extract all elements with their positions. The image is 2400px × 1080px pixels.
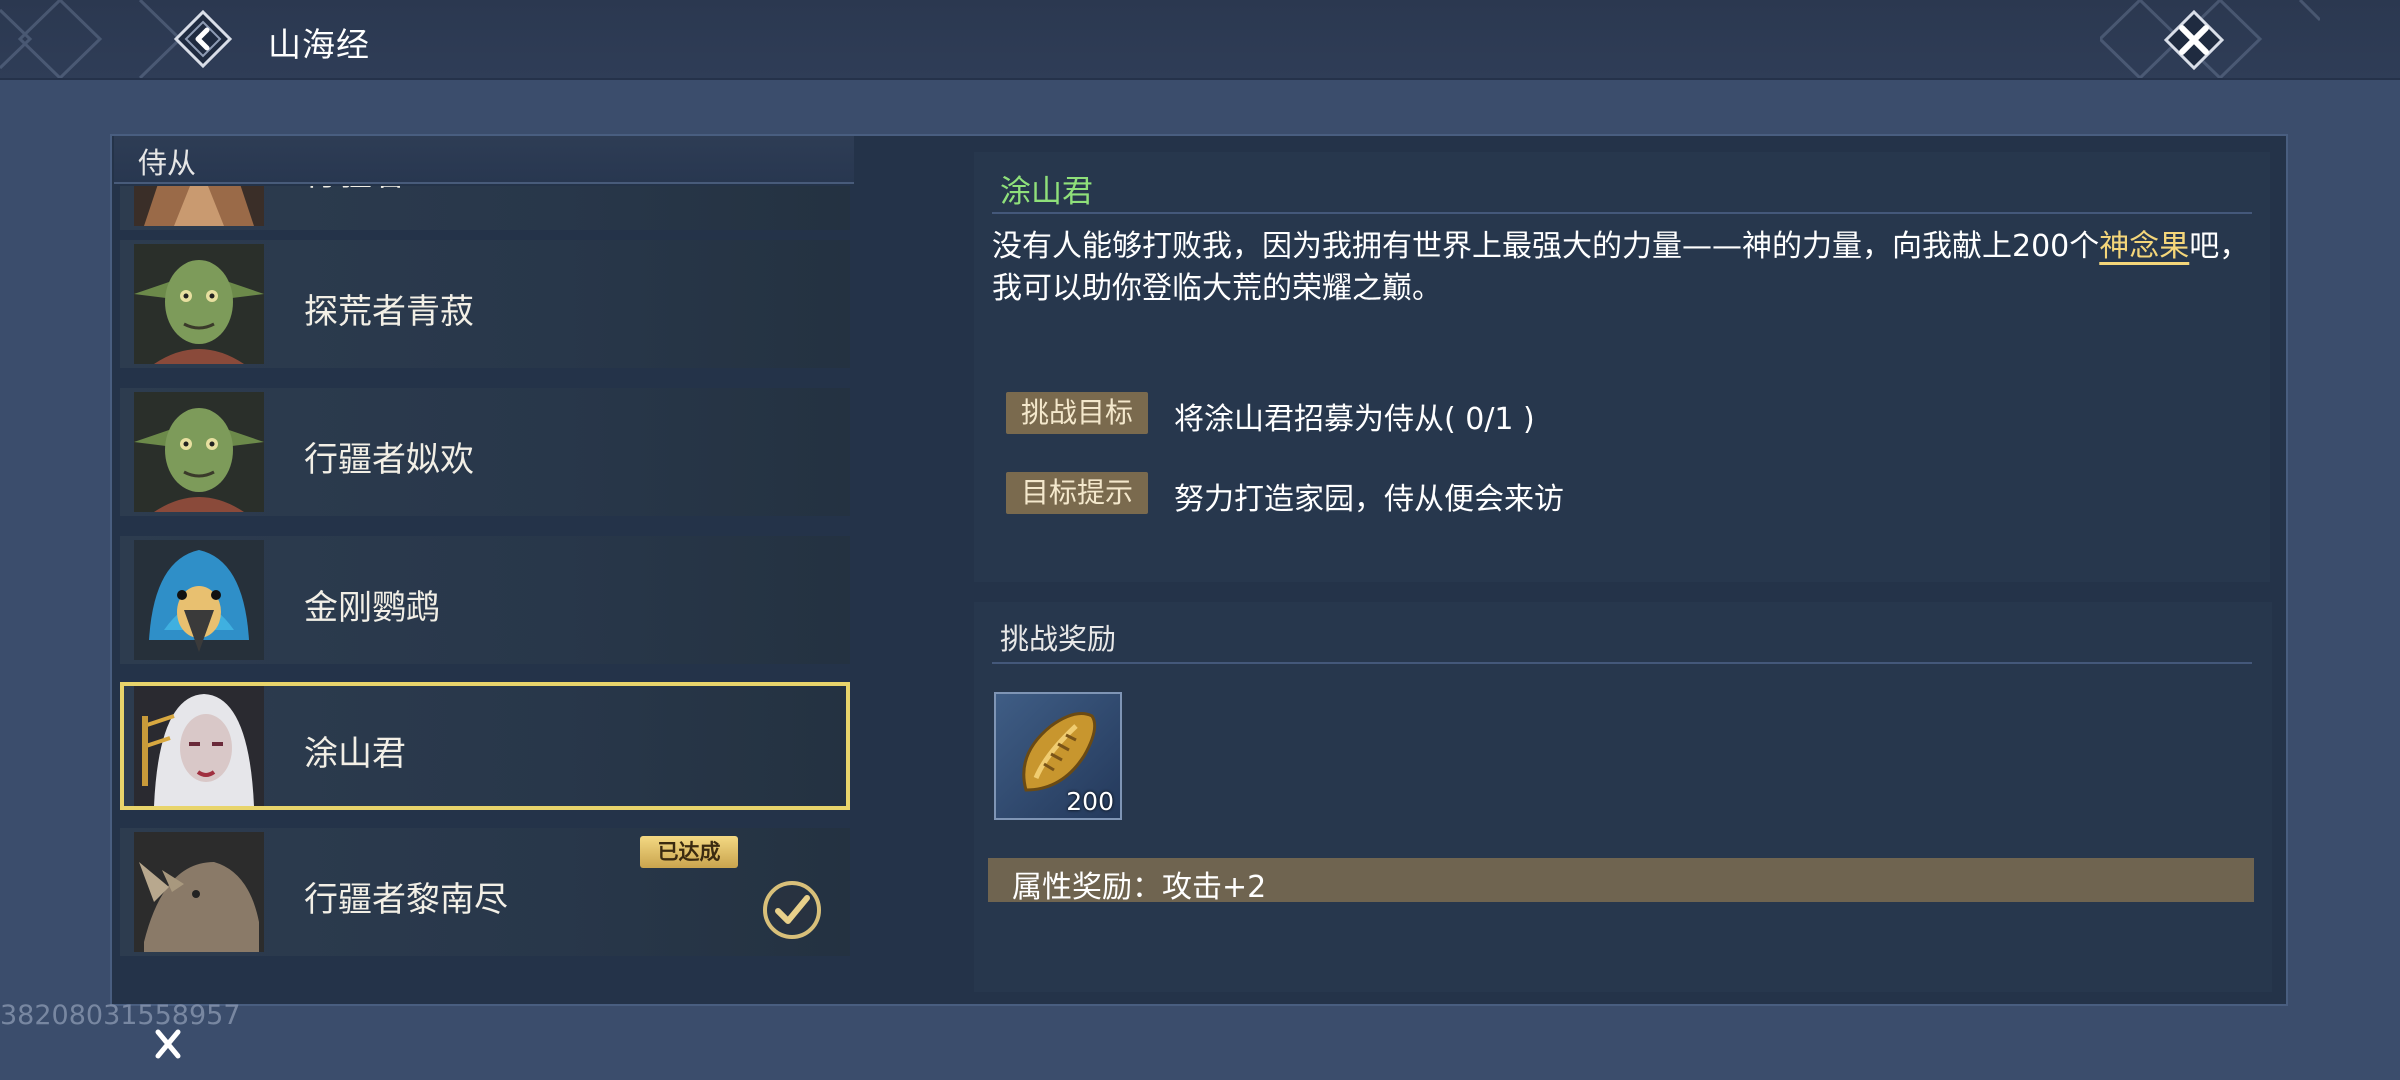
list-item-selected[interactable]: 涂山君 <box>120 682 850 810</box>
attribute-reward-text: 属性奖励：攻击+2 <box>1012 870 1267 905</box>
divider <box>992 212 2252 214</box>
list-item-name: 行疆者姒欢 <box>304 440 474 480</box>
main-panel: 侍从 行疆者 <box>110 134 2288 1006</box>
list-title: 侍从 <box>138 146 197 180</box>
close-x-icon <box>155 1029 181 1059</box>
completed-badge: 已达成 <box>640 836 738 868</box>
list-item[interactable]: 金刚鹦鹉 <box>120 536 850 664</box>
list-item-name: 探荒者青菽 <box>304 292 474 332</box>
page-title: 山海经 <box>268 25 370 64</box>
watermark-id: 38208031558957 <box>0 1000 241 1031</box>
detail-name: 涂山君 <box>1000 174 1093 210</box>
attribute-reward-bar: 属性奖励：攻击+2 <box>988 858 2254 905</box>
list-item[interactable]: 探荒者青菽 <box>120 240 850 368</box>
description-text: 没有人能够打败我，因为我拥有世界上最强大的力量——神的力量，向我献上200个 <box>992 229 2100 264</box>
green-goblin-portrait <box>134 244 264 364</box>
reward-item-slot[interactable]: 200 <box>994 692 1122 820</box>
list-header: 侍从 <box>114 136 854 184</box>
green-goblin-portrait <box>134 392 264 512</box>
detail-description: 没有人能够打败我，因为我拥有世界上最强大的力量——神的力量，向我献上200个神念… <box>992 226 2262 310</box>
back-arrow-icon <box>173 9 233 69</box>
rhino-portrait <box>134 832 264 952</box>
pattern-decoration <box>0 0 183 78</box>
list-item-name: 涂山君 <box>304 734 406 774</box>
floating-close-button[interactable] <box>136 1024 200 1064</box>
back-button[interactable] <box>172 8 234 70</box>
brown-beast-portrait <box>134 186 264 226</box>
detail-panel: 涂山君 没有人能够打败我，因为我拥有世界上最强大的力量——神的力量，向我献上20… <box>974 152 2270 582</box>
companion-list[interactable]: 行疆者 探荒者青菽 <box>120 186 866 1006</box>
list-item-name: 行疆者 <box>304 186 406 195</box>
hint-value: 努力打造家园，侍从便会来访 <box>1174 482 1564 517</box>
close-button[interactable] <box>2162 8 2226 72</box>
white-haired-woman-portrait <box>134 686 264 806</box>
list-item[interactable]: 行疆者黎南尽 已达成 <box>120 828 850 956</box>
reward-panel: 挑战奖励 200 属性奖励：攻击+2 <box>974 602 2272 992</box>
list-item[interactable]: 行疆者姒欢 <box>120 388 850 516</box>
list-item-name: 行疆者黎南尽 <box>304 880 508 920</box>
close-x-icon <box>2163 9 2225 71</box>
check-circle-icon <box>763 881 821 939</box>
item-link[interactable]: 神念果 <box>2099 229 2189 264</box>
list-item[interactable]: 行疆者 <box>120 186 850 230</box>
divider <box>992 662 2252 664</box>
goal-value: 将涂山君招募为侍从( 0/1 ) <box>1174 402 1535 437</box>
hint-tag: 目标提示 <box>1006 472 1148 514</box>
reward-title: 挑战奖励 <box>1000 622 1117 656</box>
goal-tag: 挑战目标 <box>1006 392 1148 434</box>
list-item-name: 金刚鹦鹉 <box>304 588 440 628</box>
blue-parrot-portrait <box>134 540 264 660</box>
item-quantity: 200 <box>1066 787 1114 816</box>
top-bar: 山海经 <box>0 0 2400 80</box>
